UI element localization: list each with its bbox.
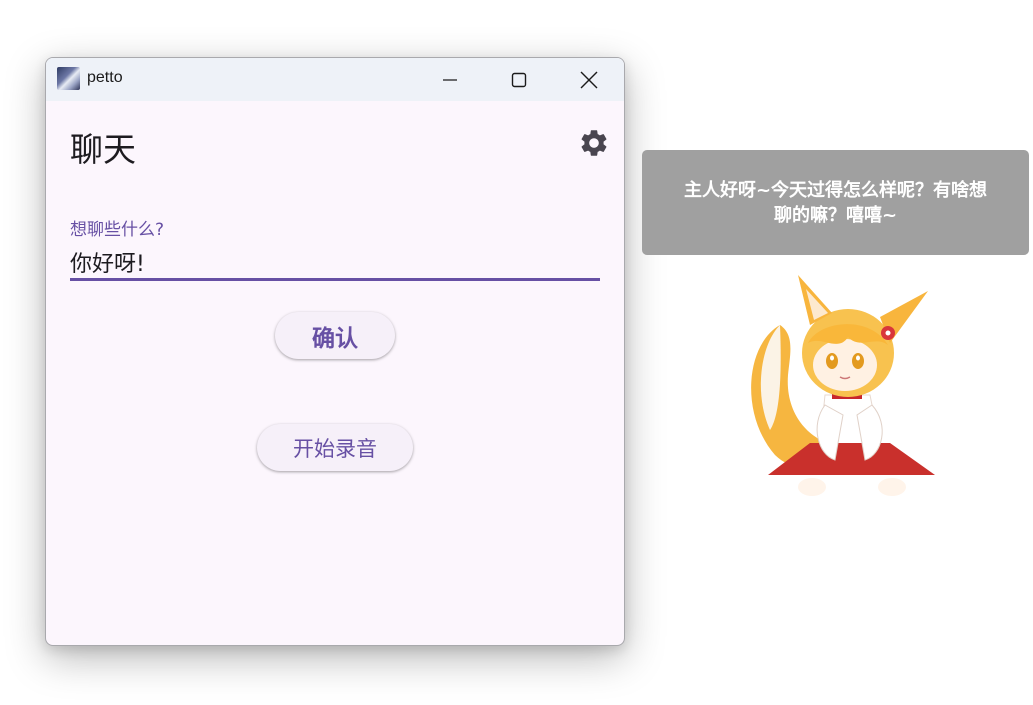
chat-input-value[interactable]: 你好呀! <box>70 246 145 278</box>
chat-input-underline <box>70 278 600 281</box>
window-title: petto <box>87 69 123 86</box>
speech-bubble: 主人好呀~今天过得怎么样呢？有啥想聊的嘛？嘻嘻~ <box>642 150 1029 255</box>
close-icon <box>580 71 598 88</box>
title-bar[interactable]: petto <box>46 58 624 101</box>
minimize-icon <box>443 78 457 81</box>
minimize-button[interactable] <box>415 58 485 101</box>
close-button[interactable] <box>554 58 624 101</box>
chat-page: 聊天 想聊些什么? 你好呀! 确认 开始录音 <box>46 101 624 645</box>
app-icon <box>57 67 80 90</box>
chat-input-label: 想聊些什么? <box>70 220 165 240</box>
confirm-button[interactable]: 确认 <box>275 312 395 359</box>
speech-text: 主人好呀~今天过得怎么样呢？有啥想聊的嘛？嘻嘻~ <box>683 179 988 226</box>
gear-icon <box>581 130 607 156</box>
maximize-button[interactable] <box>484 58 554 101</box>
start-recording-button[interactable]: 开始录音 <box>257 424 413 471</box>
settings-button[interactable] <box>578 127 610 159</box>
fox-girl-mascot-image <box>751 275 935 496</box>
app-window: petto 聊天 想聊些什么? 你好呀! 确认 开始录音 <box>45 57 625 646</box>
page-title: 聊天 <box>70 130 136 169</box>
fox-girl-mascot[interactable] <box>740 265 940 505</box>
maximize-icon <box>511 72 527 87</box>
